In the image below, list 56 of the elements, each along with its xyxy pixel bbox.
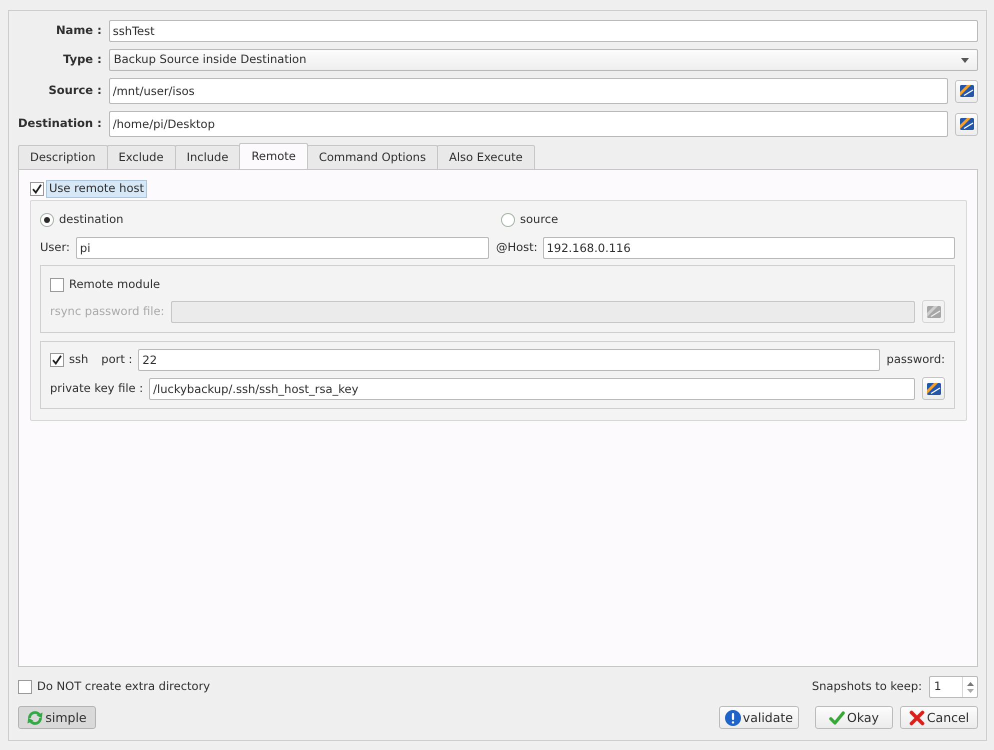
radio-label: source: [520, 212, 558, 227]
field-label: User:: [40, 240, 70, 255]
check-icon: [829, 710, 846, 726]
type-dropdown[interactable]: Backup Source inside Destination: [108, 49, 978, 71]
checkbox[interactable]: [18, 680, 32, 694]
tab[interactable]: Also Execute: [436, 145, 535, 169]
field-label: rsync password file:: [50, 304, 164, 319]
path-field[interactable]: /mnt/user/isos: [108, 78, 948, 104]
user-field[interactable]: pi: [76, 236, 489, 259]
caret-icon: [961, 58, 969, 62]
folder-icon: [926, 382, 940, 396]
checkbox-label: ssh: [69, 352, 88, 367]
tab[interactable]: Description: [18, 145, 108, 169]
spin-down-icon[interactable]: [966, 688, 974, 692]
tab[interactable]: Exclude: [106, 145, 176, 169]
folder-icon: [926, 304, 940, 319]
tab[interactable]: Include: [174, 145, 240, 169]
name-field[interactable]: sshTest: [108, 20, 978, 42]
field-label: port :: [101, 352, 132, 367]
radio-button[interactable]: [501, 212, 515, 227]
checkbox[interactable]: [30, 182, 44, 196]
tab[interactable]: Remote: [239, 143, 308, 169]
radio-label: destination: [59, 212, 124, 227]
sync-icon: [27, 710, 44, 726]
browse-button[interactable]: [955, 112, 978, 136]
browse-button[interactable]: [922, 377, 945, 400]
field-label: private key file :: [50, 382, 144, 396]
snapshots-spinbox[interactable]: 1: [929, 676, 978, 698]
tab[interactable]: Command Options: [306, 145, 438, 169]
cancel-button[interactable]: Cancel: [900, 706, 978, 729]
port-field[interactable]: 22: [138, 348, 880, 371]
checkbox-label: Do NOT create extra directory: [37, 680, 210, 694]
checkbox[interactable]: [50, 278, 64, 292]
folder-icon: [960, 117, 974, 131]
field-label: Name :: [54, 24, 102, 38]
path-field[interactable]: /home/pi/Desktop: [108, 111, 948, 137]
validate-button[interactable]: validate: [718, 706, 799, 729]
cross-icon: [908, 710, 925, 726]
host-field[interactable]: 192.168.0.116: [542, 236, 955, 259]
browse-button[interactable]: [955, 80, 978, 102]
field-label: Destination :: [18, 117, 102, 131]
field-label: @Host:: [496, 240, 538, 255]
checkbox-label: Remote module: [69, 278, 160, 292]
field-label: Type :: [62, 53, 102, 67]
field-label: password:: [886, 352, 945, 367]
field-label: Source :: [47, 84, 102, 98]
exclamation-icon: [724, 710, 741, 726]
simple-button[interactable]: simple: [18, 706, 96, 729]
key-file-field[interactable]: /luckybackup/.ssh/ssh_host_rsa_key: [149, 378, 915, 400]
spin-up-icon[interactable]: [966, 682, 974, 686]
checkbox[interactable]: [50, 352, 64, 367]
folder-icon: [960, 84, 974, 98]
okay-button[interactable]: Okay: [815, 706, 893, 729]
radio-button[interactable]: [40, 212, 54, 227]
field-label: Snapshots to keep:: [812, 680, 922, 694]
checkbox-label: Use remote host: [46, 180, 147, 198]
